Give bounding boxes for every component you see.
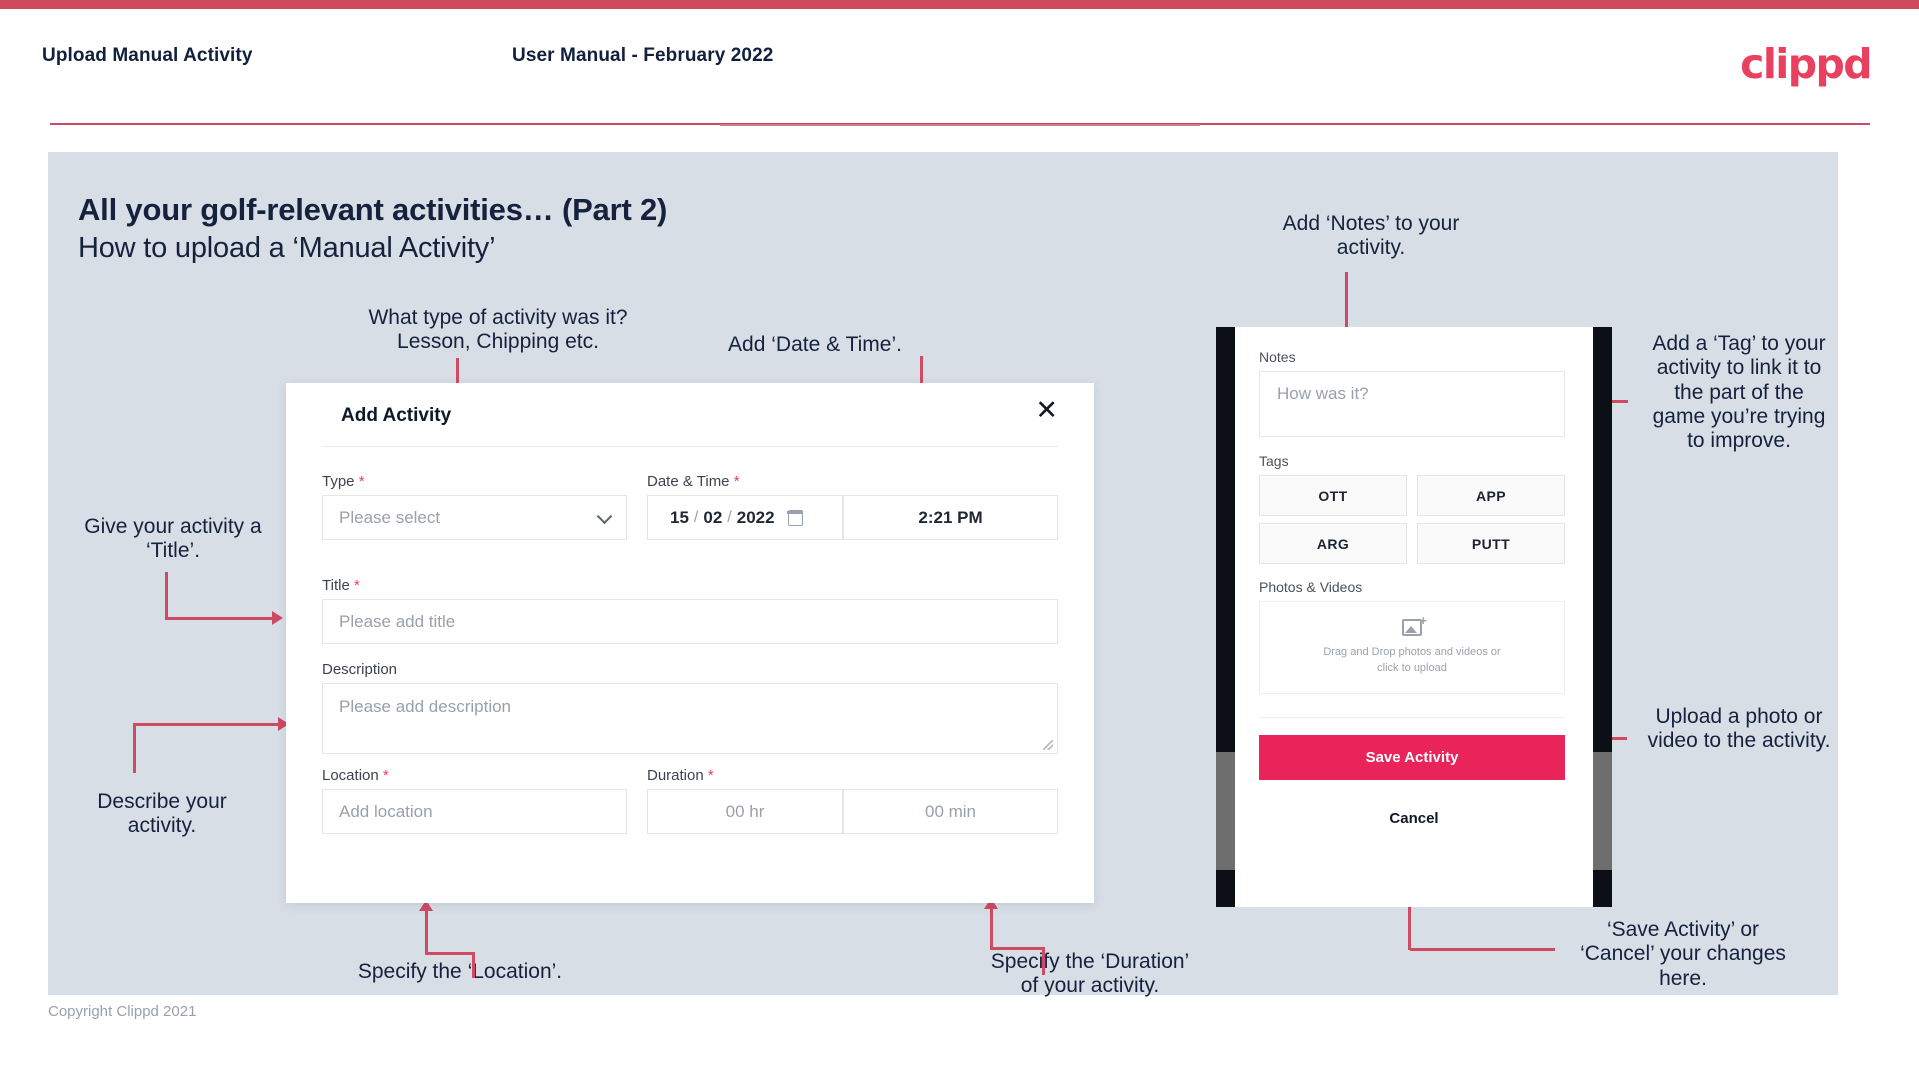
annotation-datetime: Add ‘Date & Time’. (728, 333, 902, 356)
tags-label: Tags (1259, 453, 1289, 469)
annotation-notes: Add ‘Notes’ to your activity. (1282, 212, 1460, 260)
connector-title-arrow (272, 611, 283, 625)
annotation-upload: Upload a photo or video to the activity. (1647, 705, 1831, 753)
time-value: 2:21 PM (918, 507, 983, 527)
annotation-type: What type of activity was it? Lesson, Ch… (368, 306, 628, 354)
description-placeholder: Please add description (339, 697, 512, 716)
title-required-star: * (353, 577, 360, 594)
datetime-label: Date & Time * (647, 473, 740, 490)
annotation-location: Specify the ‘Location’. (357, 960, 563, 983)
phone-button-right (1593, 752, 1612, 870)
calendar-icon[interactable] (786, 509, 804, 526)
duration-label-text: Duration (647, 767, 704, 784)
connector-location-v2 (472, 952, 475, 978)
duration-hours-input[interactable]: 00 hr (647, 789, 843, 834)
header-left-title: Upload Manual Activity (42, 45, 253, 66)
annotation-tags: Add a ‘Tag’ to your activity to link it … (1652, 332, 1826, 453)
duration-required-star: * (707, 767, 714, 784)
dialog-divider (322, 446, 1058, 447)
phone-divider (1259, 717, 1565, 718)
tag-button-arg[interactable]: ARG (1259, 523, 1407, 564)
type-required-star: * (358, 473, 365, 490)
phone-mockup: Notes How was it? Tags OTT APP ARG PUTT … (1216, 327, 1612, 907)
tag-button-ott[interactable]: OTT (1259, 475, 1407, 516)
clippd-logo: clippd (1740, 40, 1872, 88)
type-label-text: Type (322, 473, 355, 490)
date-input[interactable]: 15 / 02 / 2022 (647, 495, 843, 540)
date-sep-1: / (693, 508, 699, 526)
description-label-text: Description (322, 661, 398, 678)
connector-title-h (165, 617, 275, 620)
add-activity-dialog: Add Activity ✕ Type * Please select Date… (286, 383, 1094, 903)
connector-duration-v2 (1042, 947, 1045, 975)
duration-minutes-input[interactable]: 00 min (843, 789, 1058, 834)
annotation-save-cancel: ‘Save Activity’ or ‘Cancel’ your changes… (1580, 918, 1786, 990)
connector-duration-h (990, 947, 1045, 950)
resize-handle-icon[interactable] (1043, 740, 1053, 750)
duration-minutes-placeholder: 00 min (924, 801, 977, 821)
description-textarea[interactable]: Please add description (322, 683, 1058, 754)
header-divider-light (720, 124, 1200, 126)
connector-location-v (425, 907, 428, 955)
connector-desc-v (133, 723, 136, 773)
title-input[interactable]: Please add title (322, 599, 1058, 644)
save-activity-button[interactable]: Save Activity (1259, 735, 1565, 780)
date-year: 2022 (736, 507, 775, 527)
chevron-down-icon (596, 508, 613, 524)
connector-desc-h (133, 723, 281, 726)
annotation-title: Give your activity a ‘Title’. (84, 515, 262, 563)
tag-button-app[interactable]: APP (1417, 475, 1565, 516)
duration-hours-placeholder: 00 hr (725, 801, 765, 821)
notes-label: Notes (1259, 349, 1296, 365)
close-icon[interactable]: ✕ (1035, 397, 1058, 424)
annotation-duration: Specify the ‘Duration’ of your activity. (990, 950, 1190, 998)
location-input[interactable]: Add location (322, 789, 627, 834)
date-sep-2: / (727, 508, 732, 526)
type-label: Type * (322, 473, 365, 490)
connector-save-h (1410, 948, 1555, 951)
slide-root: Upload Manual Activity User Manual - Feb… (0, 0, 1919, 1079)
copyright-text: Copyright Clippd 2021 (48, 1003, 197, 1020)
dialog-title: Add Activity (341, 405, 452, 426)
duration-label: Duration * (647, 767, 714, 784)
description-label: Description (322, 661, 397, 678)
dropzone-text: Drag and Drop photos and videos or click… (1323, 645, 1501, 675)
datetime-label-text: Date & Time (647, 473, 730, 490)
photo-dropzone[interactable]: + Drag and Drop photos and videos or cli… (1259, 601, 1565, 694)
photos-label: Photos & Videos (1259, 579, 1363, 595)
datetime-required-star: * (733, 473, 740, 490)
location-required-star: * (382, 767, 389, 784)
phone-screen: Notes How was it? Tags OTT APP ARG PUTT … (1235, 327, 1593, 907)
cancel-button[interactable]: Cancel (1235, 810, 1593, 827)
tag-button-putt[interactable]: PUTT (1417, 523, 1565, 564)
date-month: 02 (703, 507, 723, 527)
notes-placeholder: How was it? (1277, 384, 1369, 403)
type-placeholder: Please select (339, 507, 441, 527)
header-center-title: User Manual - February 2022 (512, 45, 774, 66)
location-label: Location * (322, 767, 389, 784)
time-input[interactable]: 2:21 PM (843, 495, 1058, 540)
location-placeholder: Add location (339, 801, 433, 821)
dialog-header: Add Activity ✕ (286, 383, 1094, 447)
type-select[interactable]: Please select (322, 495, 627, 540)
location-label-text: Location (322, 767, 379, 784)
page-subtitle: How to upload a ‘Manual Activity’ (78, 232, 496, 264)
title-placeholder: Please add title (339, 611, 456, 631)
connector-duration-v (990, 905, 993, 950)
title-label: Title * (322, 577, 360, 594)
annotation-description: Describe your activity. (97, 790, 227, 838)
title-label-text: Title (322, 577, 350, 594)
phone-button-left (1216, 752, 1235, 870)
connector-title-v (165, 572, 168, 620)
page-title: All your golf-relevant activities… (Part… (78, 192, 668, 227)
image-upload-icon: + (1402, 614, 1427, 636)
top-accent-bar (0, 0, 1919, 9)
date-day: 15 (670, 507, 689, 527)
notes-textarea[interactable] (1259, 371, 1565, 437)
connector-location-h (425, 952, 475, 955)
